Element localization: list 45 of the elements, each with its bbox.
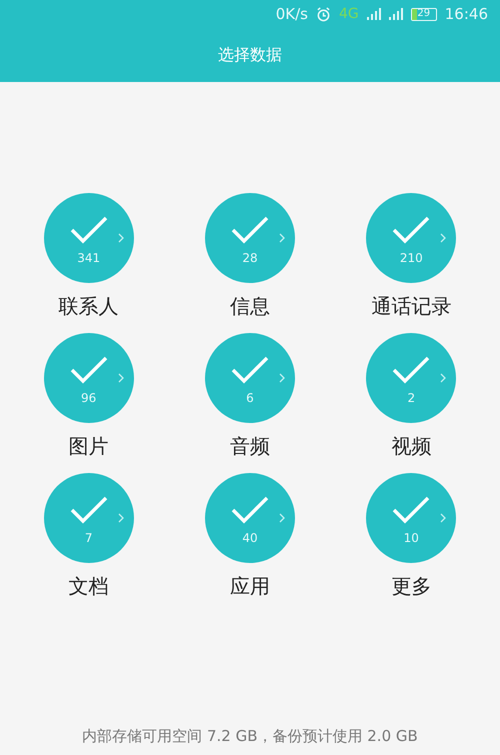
data-category-button[interactable]: 2 <box>366 333 456 423</box>
chevron-right-icon <box>440 513 446 523</box>
category-label: 音频 <box>230 433 270 460</box>
category-label: 通话记录 <box>371 293 452 320</box>
checkmark-icon <box>391 215 432 245</box>
alarm-icon <box>316 6 331 22</box>
category-label: 文档 <box>68 573 109 600</box>
data-category-button[interactable]: 28 <box>204 193 295 283</box>
category-label: 联系人 <box>58 293 119 320</box>
data-category-button[interactable]: 96 <box>44 333 134 423</box>
data-category-button[interactable]: 10 <box>366 473 456 563</box>
chevron-right-icon <box>118 233 124 243</box>
data-category-button[interactable]: 40 <box>204 473 295 563</box>
signal-icon <box>366 8 381 20</box>
network-type: 4G <box>339 4 359 24</box>
checkmark-icon <box>68 215 109 245</box>
chevron-right-icon <box>278 513 285 523</box>
checkmark-icon <box>391 495 432 525</box>
signal-icon <box>388 8 403 20</box>
category-label: 更多 <box>391 573 432 600</box>
chevron-right-icon <box>118 513 124 523</box>
chevron-right-icon <box>278 373 285 383</box>
chevron-right-icon <box>440 233 446 243</box>
network-speed: 0K/s <box>276 4 308 25</box>
storage-info: 内部存储可用空间 7.2 GB，备份预计使用 2.0 GB <box>82 726 418 746</box>
data-category-button[interactable]: 210 <box>366 193 456 283</box>
data-category-button[interactable]: 7 <box>44 473 134 563</box>
chevron-right-icon <box>278 233 285 243</box>
chevron-right-icon <box>440 373 446 383</box>
clock: 16:46 <box>444 4 488 25</box>
data-category-button[interactable]: 6 <box>204 333 295 423</box>
checkmark-icon <box>230 215 270 245</box>
checkmark-icon <box>230 355 270 385</box>
checkmark-icon <box>391 355 432 385</box>
checkmark-icon <box>68 355 109 385</box>
category-label: 应用 <box>230 573 270 600</box>
checkmark-icon <box>230 495 270 525</box>
category-label: 视频 <box>391 433 432 460</box>
category-label: 信息 <box>230 293 270 320</box>
data-category-button[interactable]: 341 <box>44 193 134 283</box>
category-label: 图片 <box>68 433 109 460</box>
chevron-right-icon <box>118 373 124 383</box>
checkmark-icon <box>68 495 109 525</box>
battery-percent: 29 <box>416 9 432 19</box>
page-title: 选择数据 <box>218 44 282 66</box>
